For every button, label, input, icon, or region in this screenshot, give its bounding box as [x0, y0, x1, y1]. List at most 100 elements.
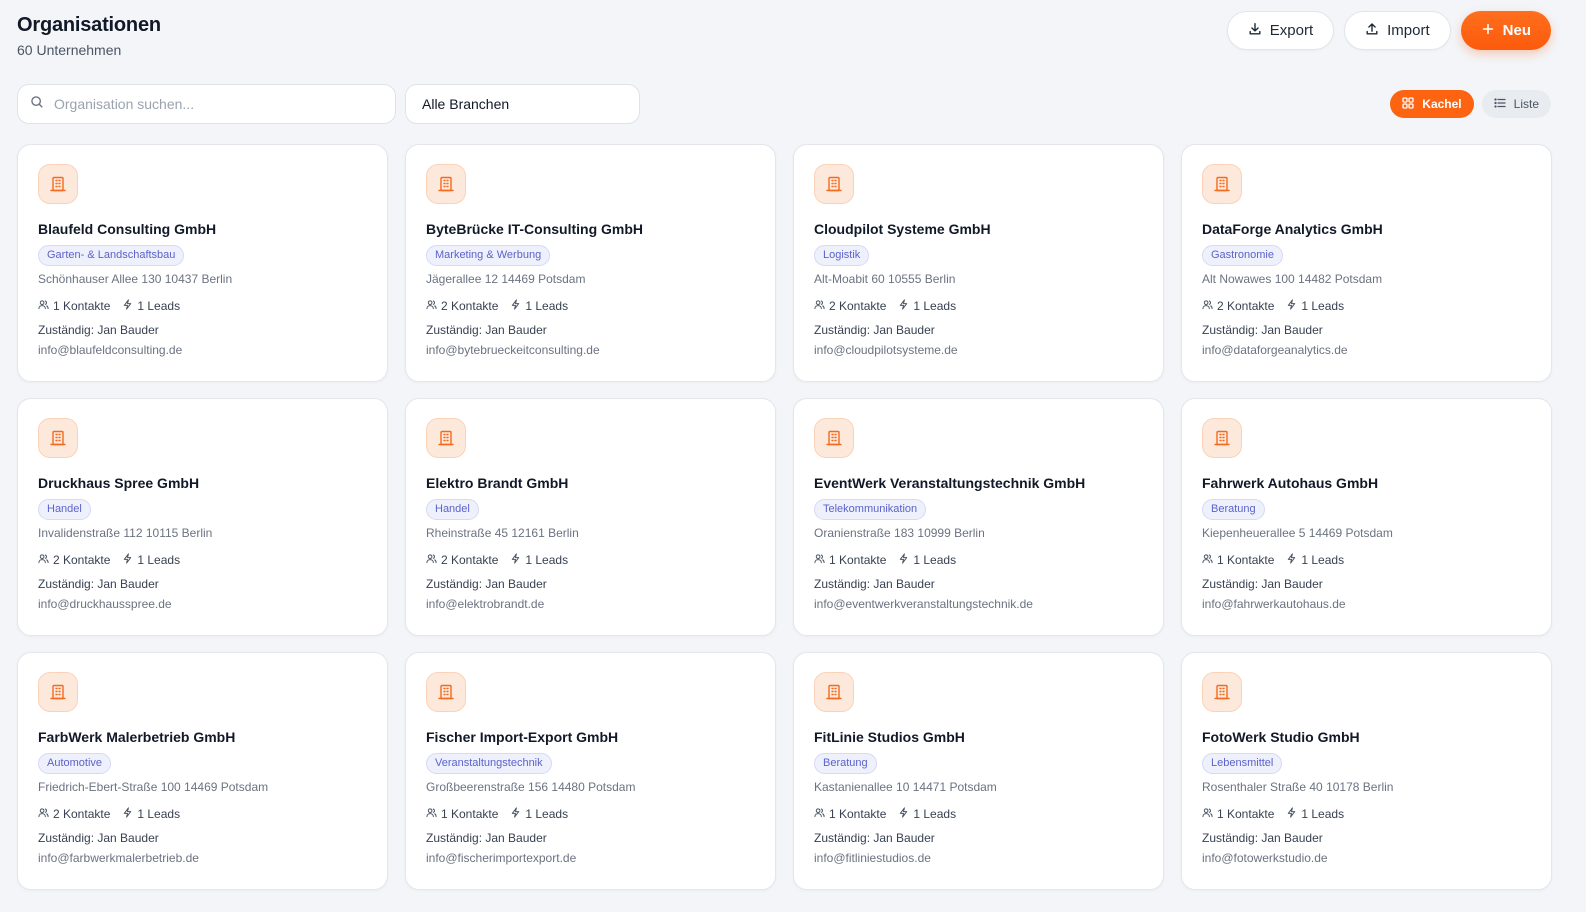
contacts-stat: 1 Kontakte — [814, 553, 886, 567]
organization-card[interactable]: FotoWerk Studio GmbH Lebensmittel Rosent… — [1181, 652, 1552, 890]
building-icon — [426, 418, 466, 458]
building-icon — [814, 164, 854, 204]
organization-stats: 2 Kontakte 1 Leads — [38, 807, 367, 821]
organization-email: info@eventwerkveranstaltungstechnik.de — [814, 597, 1033, 611]
new-organization-button[interactable]: Neu — [1460, 11, 1551, 50]
users-icon — [426, 299, 437, 313]
upload-icon — [1365, 22, 1379, 40]
leads-stat: 1 Leads — [1286, 299, 1344, 313]
organization-email: info@fischerimportexport.de — [426, 851, 577, 865]
contacts-stat: 2 Kontakte — [1202, 299, 1274, 313]
leads-count: 1 Leads — [525, 807, 569, 821]
organization-card[interactable]: Fahrwerk Autohaus GmbH Beratung Kiepenhe… — [1181, 398, 1552, 636]
contacts-stat: 1 Kontakte — [814, 807, 886, 821]
organization-address: Rheinstraße 45 12161 Berlin — [426, 526, 579, 540]
organization-card[interactable]: Druckhaus Spree GmbH Handel Invalidenstr… — [17, 398, 388, 636]
organization-owner: Zuständig: Jan Bauder — [814, 831, 935, 845]
plus-icon — [1481, 22, 1495, 40]
building-icon — [426, 672, 466, 712]
organization-email: info@blaufeldconsulting.de — [38, 343, 183, 357]
leads-count: 1 Leads — [525, 299, 569, 313]
contacts-count: 2 Kontakte — [829, 299, 887, 313]
leads-stat: 1 Leads — [898, 807, 956, 821]
organization-address: Schönhauser Allee 130 10437 Berlin — [38, 272, 233, 286]
leads-stat: 1 Leads — [122, 299, 180, 313]
contacts-count: 2 Kontakte — [1217, 299, 1275, 313]
organization-email: info@dataforgeanalytics.de — [1202, 343, 1348, 357]
organization-address: Alt Nowawes 100 14482 Potsdam — [1202, 272, 1383, 286]
organization-stats: 2 Kontakte 1 Leads — [814, 299, 1143, 313]
organization-owner: Zuständig: Jan Bauder — [38, 577, 159, 591]
industry-badge: Veranstaltungstechnik — [426, 753, 552, 774]
import-button[interactable]: Import — [1344, 11, 1451, 50]
organization-name: FitLinie Studios GmbH — [814, 729, 965, 745]
leads-count: 1 Leads — [1301, 299, 1345, 313]
organization-card[interactable]: Elektro Brandt GmbH Handel Rheinstraße 4… — [405, 398, 776, 636]
industry-badge: Lebensmittel — [1202, 753, 1283, 774]
list-view-button[interactable]: Liste — [1481, 90, 1551, 118]
building-icon — [426, 164, 466, 204]
import-label: Import — [1387, 22, 1430, 39]
organization-name: ByteBrücke IT-Consulting GmbH — [426, 221, 644, 237]
organization-stats: 1 Kontakte 1 Leads — [426, 807, 755, 821]
export-label: Export — [1269, 22, 1314, 39]
organization-card[interactable]: EventWerk Veranstaltungstechnik GmbH Tel… — [793, 398, 1164, 636]
users-icon — [426, 807, 437, 821]
organization-email: info@cloudpilotsysteme.de — [814, 343, 958, 357]
search-input[interactable] — [54, 96, 395, 112]
leads-count: 1 Leads — [1301, 807, 1345, 821]
organization-card[interactable]: DataForge Analytics GmbH Gastronomie Alt… — [1181, 144, 1552, 382]
organization-email: info@fahrwerkautohaus.de — [1202, 597, 1346, 611]
search-box — [17, 84, 396, 124]
leads-stat: 1 Leads — [510, 553, 568, 567]
organization-card[interactable]: Cloudpilot Systeme GmbH Logistik Alt-Moa… — [793, 144, 1164, 382]
tile-view-button[interactable]: Kachel — [1390, 90, 1474, 118]
leads-stat: 1 Leads — [1286, 553, 1344, 567]
organization-address: Kastanienallee 10 14471 Potsdam — [814, 780, 997, 794]
organization-name: Blaufeld Consulting GmbH — [38, 221, 217, 237]
organization-name: FarbWerk Malerbetrieb GmbH — [38, 729, 236, 745]
users-icon — [38, 299, 49, 313]
lightning-icon — [1286, 553, 1297, 567]
organization-owner: Zuständig: Jan Bauder — [1202, 323, 1323, 337]
industry-badge: Handel — [38, 499, 91, 520]
leads-count: 1 Leads — [913, 299, 957, 313]
building-icon — [38, 164, 78, 204]
contacts-stat: 1 Kontakte — [1202, 807, 1274, 821]
users-icon — [814, 807, 825, 821]
export-button[interactable]: Export — [1226, 11, 1335, 50]
organization-address: Kiepenheuerallee 5 14469 Potsdam — [1202, 526, 1393, 540]
organization-email: info@bytebrueckeitconsulting.de — [426, 343, 600, 357]
leads-count: 1 Leads — [137, 299, 181, 313]
organization-owner: Zuständig: Jan Bauder — [1202, 577, 1323, 591]
users-icon — [38, 553, 49, 567]
contacts-count: 1 Kontakte — [829, 807, 887, 821]
building-icon — [38, 672, 78, 712]
tile-view-label: Kachel — [1422, 97, 1462, 111]
organization-card[interactable]: Fischer Import-Export GmbH Veranstaltung… — [405, 652, 776, 890]
organization-email: info@druckhausspree.de — [38, 597, 172, 611]
organization-card[interactable]: FarbWerk Malerbetrieb GmbH Automotive Fr… — [17, 652, 388, 890]
leads-stat: 1 Leads — [122, 807, 180, 821]
download-icon — [1248, 22, 1262, 40]
building-icon — [38, 418, 78, 458]
industry-badge: Automotive — [38, 753, 112, 774]
users-icon — [426, 553, 437, 567]
contacts-count: 1 Kontakte — [1217, 553, 1275, 567]
organization-email: info@farbwerkmalerbetrieb.de — [38, 851, 199, 865]
leads-count: 1 Leads — [525, 553, 569, 567]
organization-name: Druckhaus Spree GmbH — [38, 475, 200, 491]
leads-stat: 1 Leads — [898, 299, 956, 313]
branch-select[interactable]: Alle Branchen — [405, 84, 640, 124]
organization-stats: 1 Kontakte 1 Leads — [814, 807, 1143, 821]
organization-stats: 2 Kontakte 1 Leads — [426, 299, 755, 313]
organization-card[interactable]: Blaufeld Consulting GmbH Garten- & Lands… — [17, 144, 388, 382]
new-label: Neu — [1502, 22, 1531, 39]
lightning-icon — [1286, 299, 1297, 313]
organization-owner: Zuständig: Jan Bauder — [426, 577, 547, 591]
organization-name: Fahrwerk Autohaus GmbH — [1202, 475, 1379, 491]
lightning-icon — [122, 807, 133, 821]
organization-card[interactable]: FitLinie Studios GmbH Beratung Kastanien… — [793, 652, 1164, 890]
organization-card[interactable]: ByteBrücke IT-Consulting GmbH Marketing … — [405, 144, 776, 382]
leads-count: 1 Leads — [913, 553, 957, 567]
